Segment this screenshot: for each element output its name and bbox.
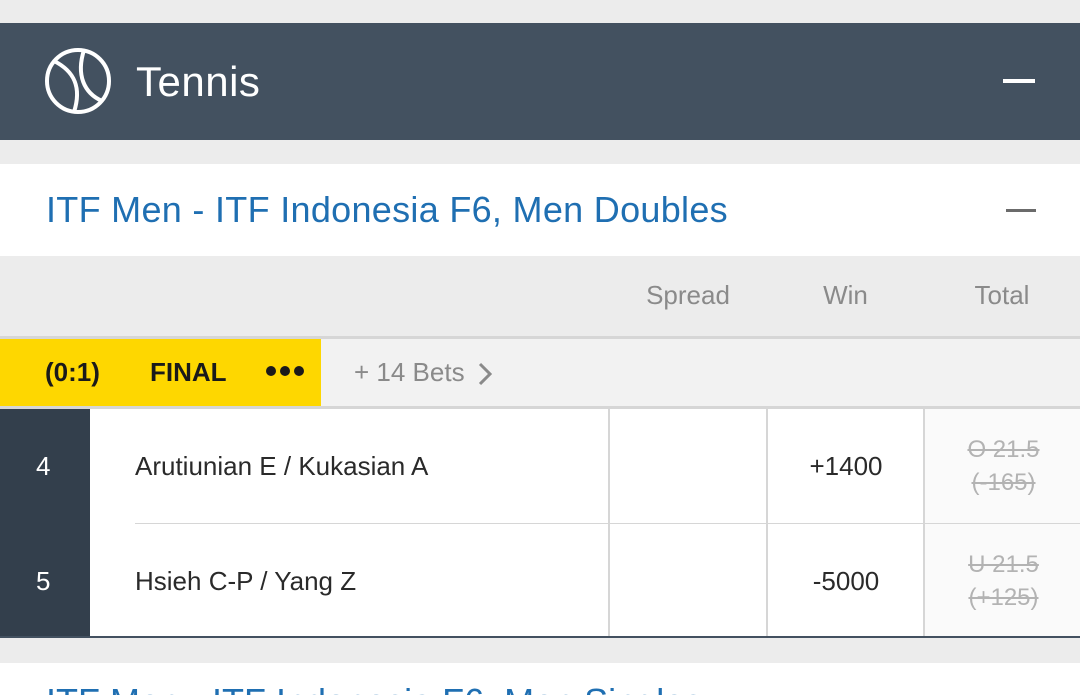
total-odds: (+125) xyxy=(968,584,1039,611)
sport-header[interactable]: Tennis xyxy=(0,23,1080,140)
section-bottom-border xyxy=(0,636,1080,638)
more-bets-link[interactable]: + 14 Bets xyxy=(354,339,492,405)
total-odds: (-165) xyxy=(971,469,1036,496)
match-status-row: (0:1) FINAL + 14 Bets xyxy=(0,339,1080,407)
next-league-header: ITF Men - ITF Indonesia F6, Men Singles xyxy=(0,663,1080,695)
column-header-spread: Spread xyxy=(646,280,730,310)
market-column-headers: Spread Win Total xyxy=(0,256,1080,336)
win-odds-button[interactable]: +1400 xyxy=(766,409,924,523)
spread-odds-cell[interactable] xyxy=(608,524,767,638)
tennis-ball-icon xyxy=(45,48,111,114)
match-rows: 4 Arutiunian E / Kukasian A +1400 O 21.5… xyxy=(0,409,1080,638)
match-score: (0:1) xyxy=(45,357,100,387)
more-dots-icon[interactable] xyxy=(266,366,306,378)
chevron-right-icon xyxy=(478,363,492,386)
match-state: FINAL xyxy=(150,357,227,387)
more-bets-label: + 14 Bets xyxy=(354,357,465,387)
total-line: O 21.5 xyxy=(967,436,1040,463)
win-odds-button[interactable]: -5000 xyxy=(766,524,924,638)
total-odds-cell-disabled: O 21.5 (-165) xyxy=(923,409,1080,523)
spread-odds-cell[interactable] xyxy=(608,409,767,523)
column-header-win: Win xyxy=(823,280,868,310)
match-row: 5 Hsieh C-P / Yang Z -5000 U 21.5 (+125) xyxy=(0,524,1080,638)
sport-collapse-minus-icon[interactable] xyxy=(1003,79,1035,83)
column-header-total: Total xyxy=(974,280,1030,310)
rotation-number: 4 xyxy=(0,409,90,523)
league-title[interactable]: ITF Men - ITF Indonesia F6, Men Doubles xyxy=(46,164,728,256)
team-name: Hsieh C-P / Yang Z xyxy=(135,566,357,596)
sportsbook-page: Tennis ITF Men - ITF Indonesia F6, Men D… xyxy=(0,0,1080,695)
sport-title: Tennis xyxy=(136,58,261,105)
rotation-number: 5 xyxy=(0,524,90,638)
match-status-badge: (0:1) FINAL xyxy=(0,339,321,407)
total-line: U 21.5 xyxy=(968,551,1039,578)
total-odds-cell-disabled: U 21.5 (+125) xyxy=(923,524,1080,638)
league-collapse-minus-icon[interactable] xyxy=(1006,209,1036,212)
league-header: ITF Men - ITF Indonesia F6, Men Doubles xyxy=(0,164,1080,256)
team-name: Arutiunian E / Kukasian A xyxy=(135,451,429,481)
match-row: 4 Arutiunian E / Kukasian A +1400 O 21.5… xyxy=(0,409,1080,524)
next-league-title[interactable]: ITF Men - ITF Indonesia F6, Men Singles xyxy=(46,681,702,695)
